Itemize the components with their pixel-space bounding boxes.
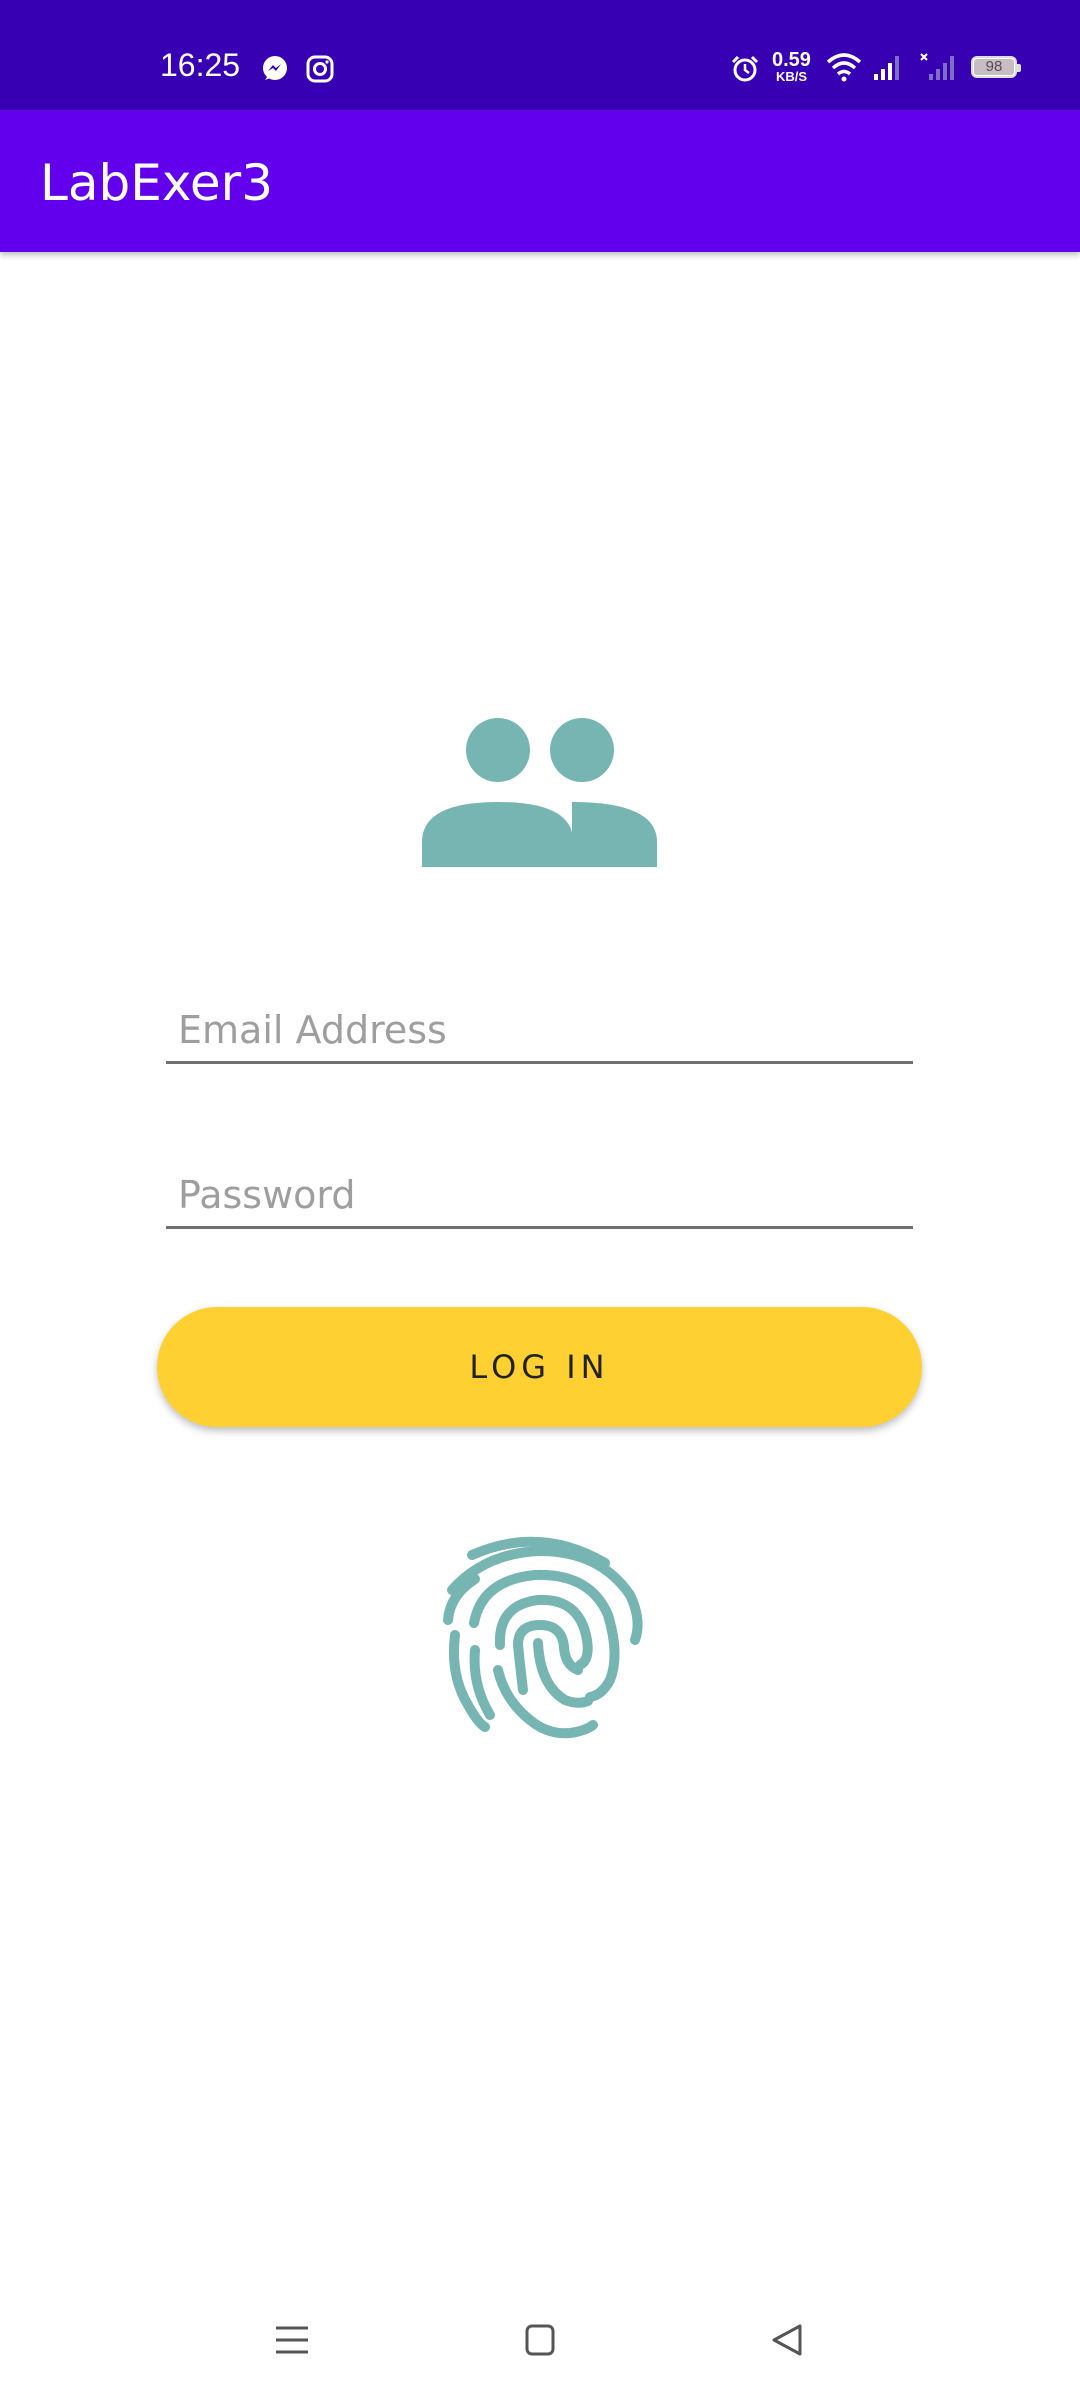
password-field[interactable] [166,1165,913,1229]
login-button-label: LOG IN [469,1348,610,1386]
email-field[interactable] [166,1000,913,1064]
password-input[interactable] [178,1168,913,1222]
home-icon[interactable] [520,2320,560,2360]
no-signal-icon [920,53,954,80]
signal-icon [874,56,899,80]
wifi-icon [826,53,862,82]
fingerprint-icon[interactable] [430,1535,650,1765]
back-icon[interactable] [768,2320,808,2360]
email-input[interactable] [178,1003,913,1057]
messenger-icon [263,56,287,80]
network-speed: 0.59 KB/S [772,49,811,84]
status-time: 16:25 [160,47,241,83]
alarm-icon [731,55,759,82]
battery-level: 98 [985,58,1003,75]
status-bar: 16:25 0.59 KB/S 98 [0,0,1080,110]
battery-icon: 98 [971,56,1021,78]
instagram-icon [306,55,334,83]
group-icon [422,718,657,867]
app-bar: LabExer3 [0,110,1080,252]
app-title: LabExer3 [40,154,274,212]
menu-icon[interactable] [272,2320,312,2360]
login-button[interactable]: LOG IN [157,1307,922,1427]
